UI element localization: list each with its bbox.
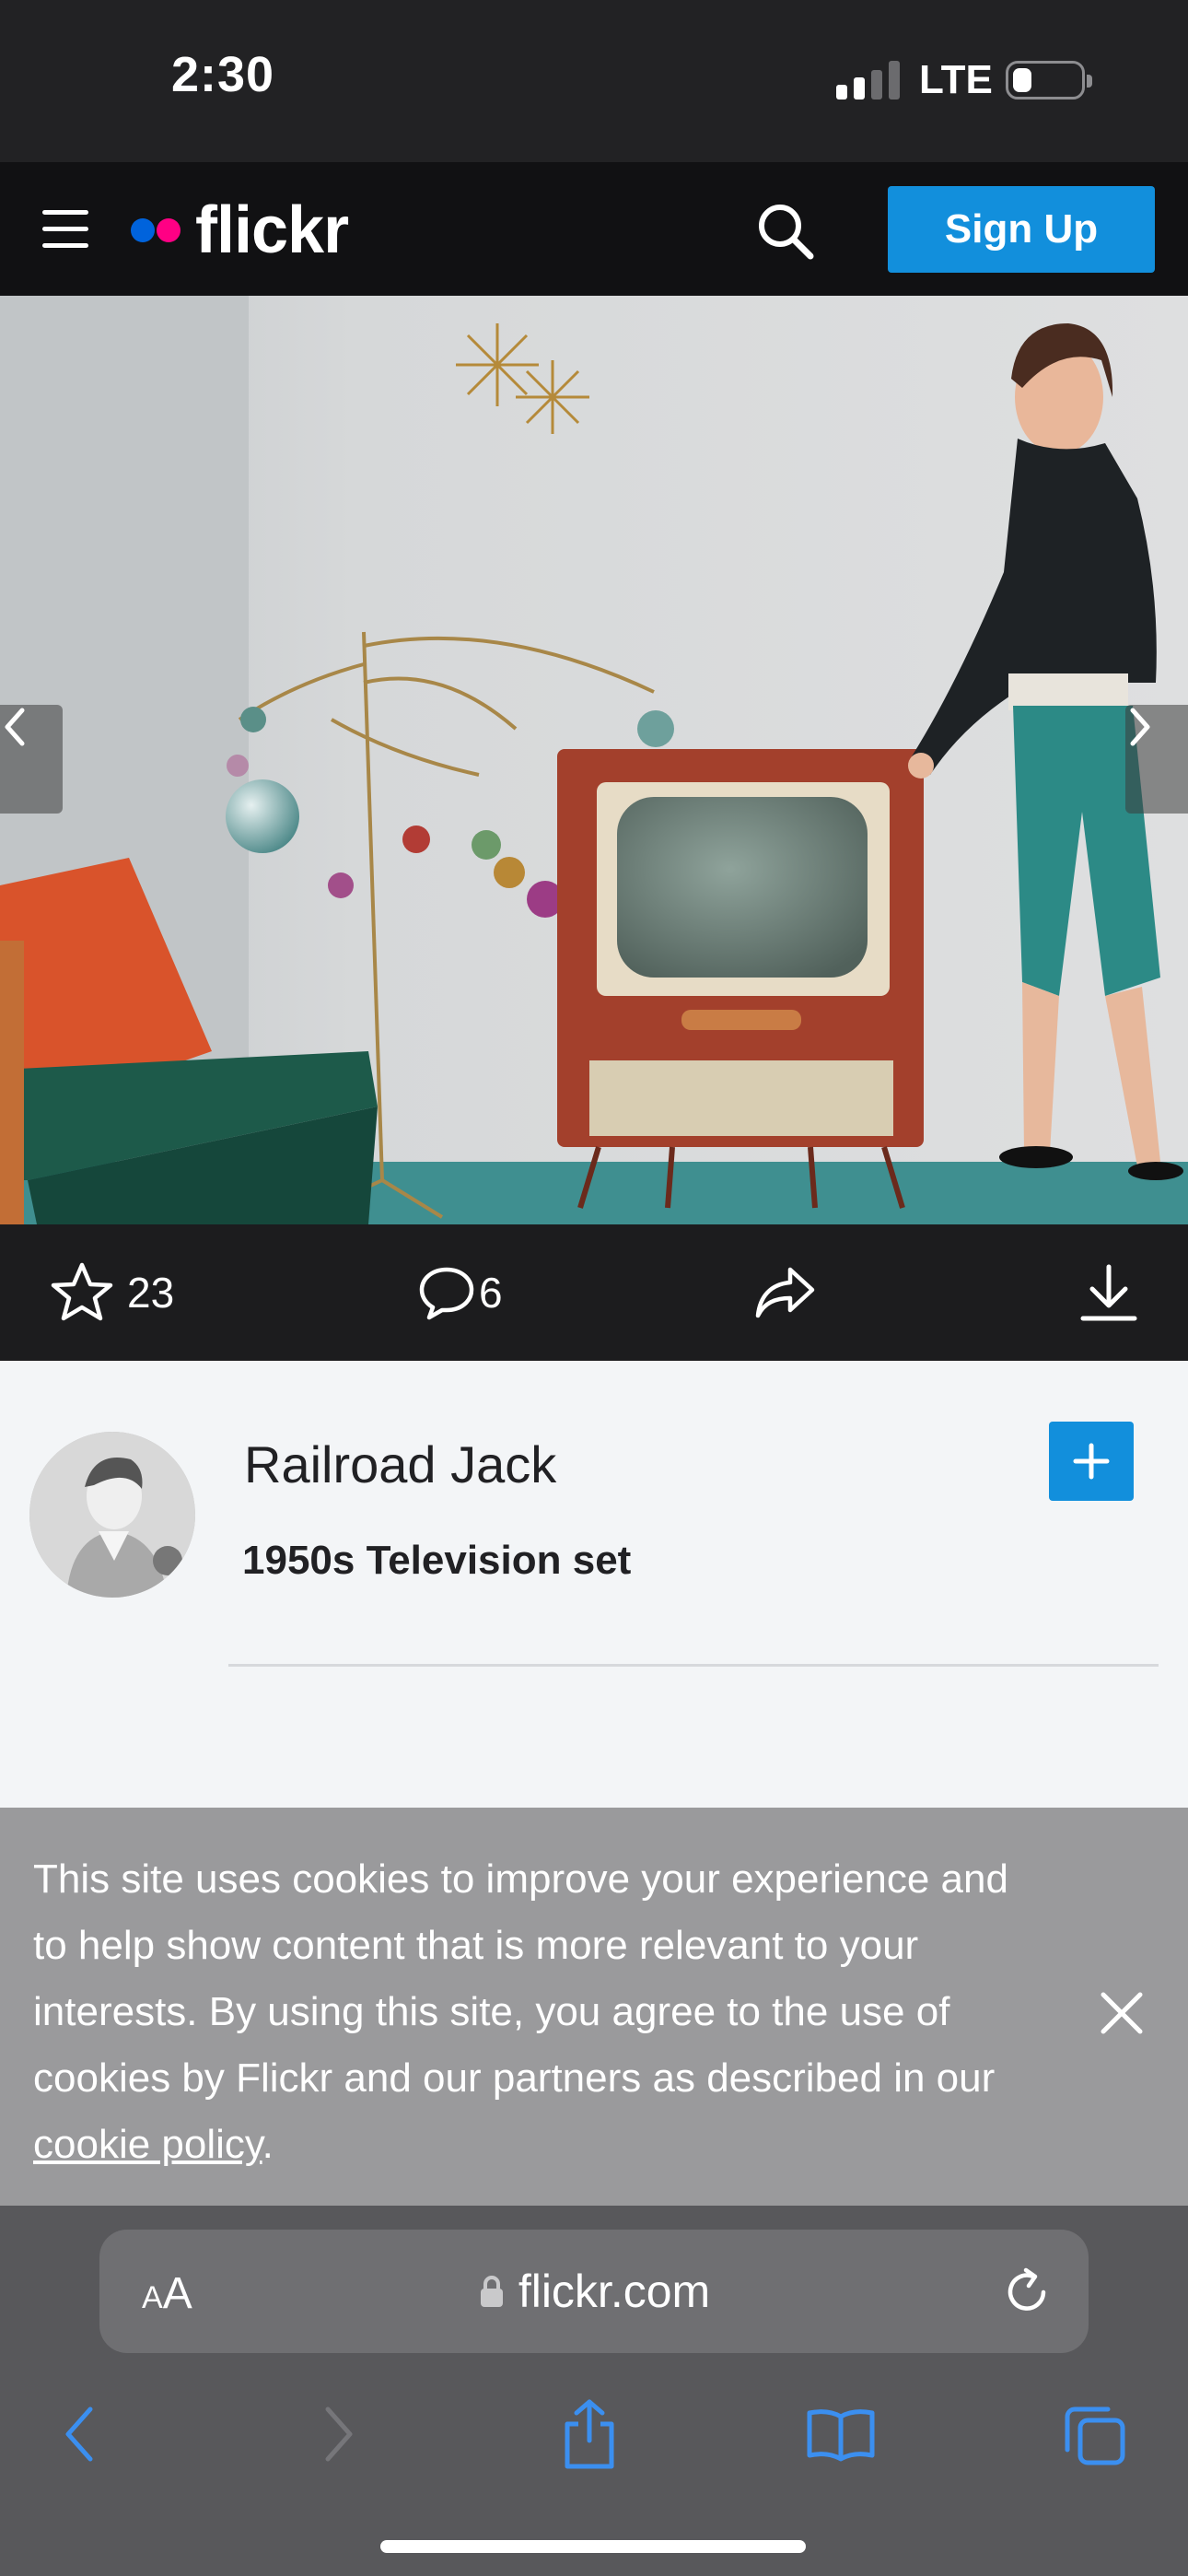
download-icon xyxy=(1080,1264,1137,1321)
sign-up-button[interactable]: Sign Up xyxy=(888,186,1155,273)
hamburger-menu-icon[interactable] xyxy=(42,210,90,249)
logo-text: flickr xyxy=(195,193,349,267)
tabs-icon xyxy=(1065,2406,1125,2465)
url-text: flickr.com xyxy=(518,2266,711,2317)
forward-button[interactable] xyxy=(302,2397,376,2471)
back-icon xyxy=(65,2406,93,2462)
tabs-button[interactable] xyxy=(1057,2397,1131,2471)
cookie-message-end: . xyxy=(262,2122,274,2167)
share-icon xyxy=(755,1267,815,1318)
battery-icon xyxy=(1006,61,1092,100)
download-button[interactable] xyxy=(1079,1256,1138,1329)
bookmarks-icon xyxy=(807,2409,875,2462)
network-type: LTE xyxy=(919,57,993,102)
search-icon[interactable] xyxy=(753,199,818,263)
forward-icon xyxy=(325,2406,353,2462)
status-time: 2:30 xyxy=(171,47,275,102)
cookie-policy-link[interactable]: cookie policy xyxy=(33,2122,262,2167)
bookmarks-button[interactable] xyxy=(804,2397,878,2471)
home-indicator[interactable] xyxy=(380,2540,806,2553)
previous-photo-button[interactable] xyxy=(0,705,63,814)
site-header: flickr Sign Up xyxy=(0,162,1188,296)
cookie-message-text: This site uses cookies to improve your e… xyxy=(33,1856,1008,2101)
browser-chrome: flickr.com AA xyxy=(0,2206,1188,2576)
favorite-button[interactable]: 23 xyxy=(50,1256,174,1329)
share-sheet-button[interactable] xyxy=(553,2397,626,2471)
cookie-banner: This site uses cookies to improve your e… xyxy=(0,1808,1188,2206)
signal-strength-icon xyxy=(836,61,900,100)
follow-button[interactable] xyxy=(1049,1422,1134,1501)
back-button[interactable] xyxy=(42,2397,116,2471)
comments-button[interactable]: 6 xyxy=(416,1256,503,1329)
share-button[interactable] xyxy=(753,1256,818,1329)
photo-title: 1950s Television set xyxy=(242,1538,632,1583)
photo-action-bar: 23 6 xyxy=(0,1224,1188,1361)
logo-pink-dot xyxy=(157,218,181,242)
flickr-logo[interactable]: flickr xyxy=(131,193,349,267)
star-icon xyxy=(51,1262,113,1321)
next-photo-button[interactable] xyxy=(1125,705,1188,814)
cookie-message: This site uses cookies to improve your e… xyxy=(33,1846,1028,2178)
reload-icon[interactable] xyxy=(1000,2265,1054,2318)
main-photo[interactable] xyxy=(0,296,1188,1224)
lock-icon xyxy=(480,2276,503,2307)
chevron-left-icon xyxy=(5,708,25,746)
logo-blue-dot xyxy=(131,218,155,242)
status-bar: 2:30 LTE xyxy=(0,0,1188,162)
address-bar[interactable]: flickr.com AA xyxy=(99,2230,1089,2353)
owner-name[interactable]: Railroad Jack xyxy=(244,1434,556,1494)
divider xyxy=(228,1664,1159,1667)
close-icon[interactable] xyxy=(1096,1987,1147,2039)
chevron-right-icon xyxy=(1130,708,1150,746)
avatar[interactable] xyxy=(29,1432,195,1598)
favorites-count: 23 xyxy=(127,1269,175,1317)
photo-details: Railroad Jack 1950s Television set xyxy=(0,1361,1188,1808)
comment-icon xyxy=(419,1267,474,1320)
comments-count: 6 xyxy=(479,1269,503,1317)
plus-icon xyxy=(1073,1443,1110,1480)
text-size-button[interactable]: AA xyxy=(142,2268,192,2319)
share-icon xyxy=(565,2399,614,2469)
